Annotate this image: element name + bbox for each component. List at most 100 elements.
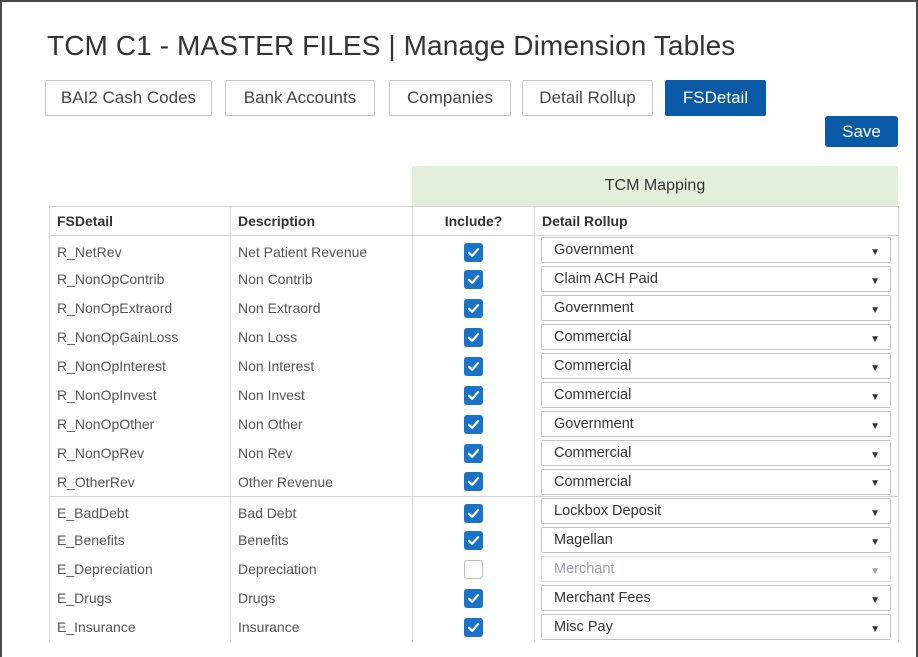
table-row: R_NonOpGainLoss Non Loss Commercial ▼ [49,322,899,352]
include-checkbox[interactable] [464,443,483,463]
detail-rollup-cell: Commercial ▼ [534,351,899,381]
detail-rollup-cell: Government ▼ [534,235,899,265]
include-checkbox[interactable] [464,530,483,550]
detail-rollup-select[interactable]: Claim ACH Paid ▼ [541,266,891,292]
detail-rollup-value: Commercial [554,358,632,374]
column-header-fsdetail[interactable]: FSDetail [49,206,231,236]
tab-detail-rollup[interactable]: Detail Rollup [522,80,653,116]
description-cell: Bad Debt [230,496,413,526]
include-checkbox[interactable] [464,298,483,318]
detail-rollup-value: Lockbox Deposit [554,503,662,520]
detail-rollup-cell: Magellan ▼ [534,525,899,555]
description-cell: Other Revenue [230,467,413,497]
tab-fsdetail[interactable]: FSDetail [665,80,766,116]
include-checkbox[interactable] [464,472,483,492]
save-button[interactable]: Save [825,116,898,147]
fsdetail-cell: R_NonOpExtraord [49,293,231,323]
checkmark-icon [467,622,480,632]
page-title: TCM C1 - MASTER FILES | Manage Dimension… [47,30,736,61]
include-cell [412,612,535,642]
checkmark-icon [467,535,480,545]
detail-rollup-cell: Commercial ▼ [534,380,899,410]
description-cell: Depreciation [230,554,413,584]
detail-rollup-select[interactable]: Misc Pay ▼ [541,614,891,640]
fsdetail-cell: E_Drugs [49,583,231,613]
include-checkbox[interactable] [464,385,483,405]
triangle-down-icon: ▼ [870,333,880,345]
table-row: R_NetRev Net Patient Revenue Government ▼ [49,235,899,265]
include-checkbox[interactable] [464,588,483,608]
checkmark-icon [467,508,480,518]
checkmark-icon [467,303,480,313]
tab-companies[interactable]: Companies [389,80,511,116]
checkmark-icon [467,593,480,603]
detail-rollup-select[interactable]: Commercial ▼ [541,324,891,350]
checkmark-icon [467,477,480,487]
tcm-mapping-header: TCM Mapping [412,166,898,206]
detail-rollup-cell: Claim ACH Paid ▼ [534,264,899,294]
detail-rollup-value: Commercial [554,473,632,490]
detail-rollup-cell: Merchant ▼ [534,554,899,584]
include-cell [412,467,535,497]
checkmark-icon [467,274,480,284]
detail-rollup-cell: Misc Pay ▼ [534,612,899,642]
fsdetail-cell: E_BadDebt [49,496,231,526]
detail-rollup-value: Magellan [554,532,613,548]
include-cell [412,351,535,381]
fsdetail-cell: R_NonOpGainLoss [49,322,231,352]
include-checkbox[interactable] [464,559,483,579]
detail-rollup-select: Merchant ▼ [541,556,891,582]
table-row: R_NonOpExtraord Non Extraord Government ▼ [49,293,899,323]
detail-rollup-select[interactable]: Commercial ▼ [541,382,891,408]
detail-rollup-select[interactable]: Government ▼ [541,237,891,264]
include-cell [412,293,535,323]
checkmark-icon [467,448,480,458]
column-header-detail-rollup[interactable]: Detail Rollup [534,206,899,236]
include-checkbox[interactable] [464,269,483,289]
fsdetail-cell: E_Benefits [49,525,231,555]
table-row: R_NonOpInterest Non Interest Commercial ▼ [49,351,899,381]
column-header-description[interactable]: Description [230,206,413,236]
include-checkbox[interactable] [464,356,483,376]
table-row: R_NonOpRev Non Rev Commercial ▼ [49,438,899,468]
fsdetail-cell: R_NetRev [49,235,231,265]
include-checkbox[interactable] [464,414,483,434]
table-row: E_Benefits Benefits Magellan ▼ [49,525,899,555]
include-checkbox[interactable] [464,617,483,637]
detail-rollup-select[interactable]: Government ▼ [541,295,891,321]
column-header-include[interactable]: Include? [412,206,535,236]
include-checkbox[interactable] [464,242,483,262]
detail-rollup-select[interactable]: Magellan ▼ [541,527,891,553]
detail-rollup-select[interactable]: Commercial ▼ [541,353,891,379]
triangle-down-icon: ▼ [870,623,880,635]
table-row: E_Drugs Drugs Merchant Fees ▼ [49,583,899,613]
include-checkbox[interactable] [464,503,483,523]
checkmark-icon [467,247,480,257]
include-cell [412,380,535,410]
table-row: R_NonOpInvest Non Invest Commercial ▼ [49,380,899,410]
app-window: TCM C1 - MASTER FILES | Manage Dimension… [0,0,918,657]
detail-rollup-select[interactable]: Merchant Fees ▼ [541,585,891,611]
include-cell [412,496,535,526]
tab-bank-accounts[interactable]: Bank Accounts [225,80,375,116]
triangle-down-icon: ▼ [870,507,880,519]
detail-rollup-select[interactable]: Lockbox Deposit ▼ [541,498,891,525]
detail-rollup-select[interactable]: Commercial ▼ [541,468,891,495]
table-row: R_NonOpOther Non Other Government ▼ [49,409,899,439]
detail-rollup-select[interactable]: Government ▼ [541,411,891,437]
checkmark-icon [467,390,480,400]
include-cell [412,554,535,584]
description-cell: Non Interest [230,351,413,381]
triangle-down-icon: ▼ [870,246,880,258]
include-checkbox[interactable] [464,327,483,347]
triangle-down-icon: ▼ [870,449,880,461]
tab-bai2-cash-codes[interactable]: BAI2 Cash Codes [45,80,212,116]
fsdetail-cell: R_NonOpRev [49,438,231,468]
fsdetail-cell: E_Insurance [49,612,231,642]
table-row: E_BadDebt Bad Debt Lockbox Deposit ▼ [49,496,899,526]
detail-rollup-cell: Merchant Fees ▼ [534,583,899,613]
description-cell: Non Loss [230,322,413,352]
description-cell: Non Extraord [230,293,413,323]
detail-rollup-value: Government [554,242,634,259]
detail-rollup-select[interactable]: Commercial ▼ [541,440,891,466]
